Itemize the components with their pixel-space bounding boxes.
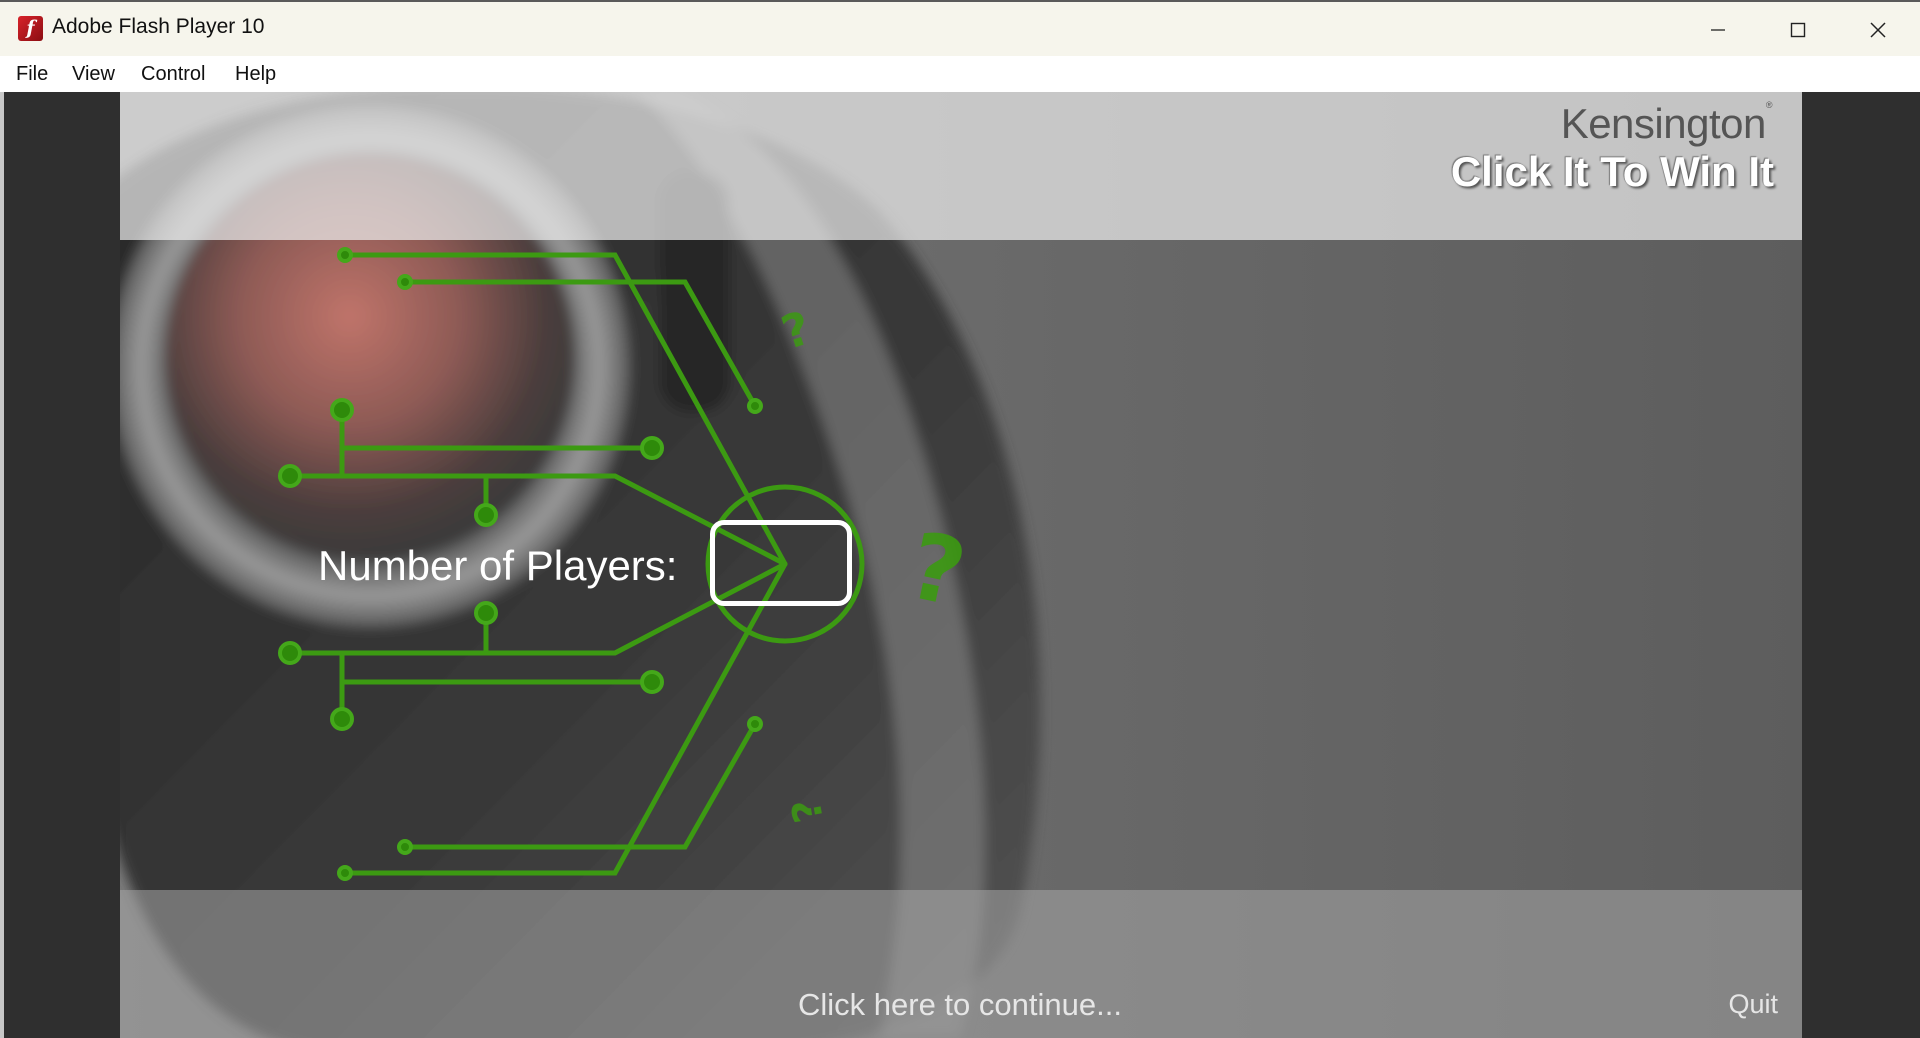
close-icon — [1870, 22, 1886, 38]
minimize-button[interactable] — [1678, 2, 1758, 58]
svg-text:?: ? — [775, 300, 817, 360]
menu-help[interactable]: Help — [233, 63, 278, 86]
svg-text:?: ? — [783, 795, 832, 826]
menu-view[interactable]: View — [70, 63, 117, 86]
menu-file[interactable]: File — [14, 63, 50, 86]
window-title: Adobe Flash Player 10 — [52, 15, 265, 38]
flash-icon-glyph: f — [26, 17, 35, 39]
quit-link[interactable]: Quit — [1728, 989, 1778, 1020]
menu-bar: File View Control Help — [0, 56, 1920, 92]
maximize-button[interactable] — [1758, 2, 1838, 58]
title-bar[interactable]: f Adobe Flash Player 10 — [0, 0, 1920, 56]
maximize-icon — [1790, 22, 1806, 38]
svg-text:?: ? — [900, 512, 974, 628]
continue-link[interactable]: Click here to continue... — [798, 987, 1122, 1023]
close-button[interactable] — [1838, 2, 1918, 58]
flash-icon: f — [18, 16, 43, 41]
players-count-input[interactable] — [710, 520, 852, 606]
menu-control[interactable]: Control — [139, 63, 207, 86]
players-label: Number of Players: — [318, 542, 678, 589]
minimize-icon — [1711, 29, 1725, 31]
window-edge — [0, 92, 4, 1038]
flash-stage[interactable]: Kensington® Click It To Win It ? ? ? Num… — [120, 92, 1802, 1038]
flash-player-window: f Adobe Flash Player 10 File View Contro… — [0, 0, 1920, 1038]
